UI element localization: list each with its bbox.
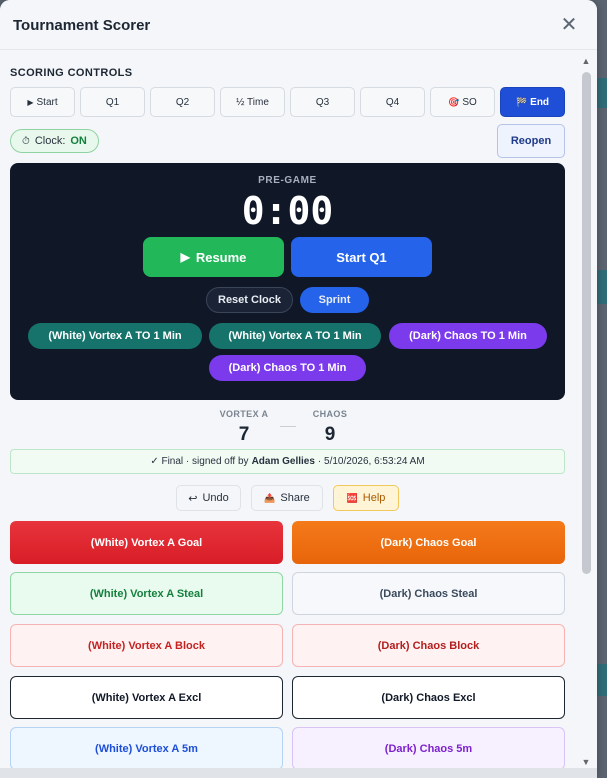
background-strip (597, 270, 607, 304)
white-5m-button[interactable]: (White) Vortex A 5m (10, 727, 283, 770)
share-label: Share (280, 492, 310, 504)
resume-label: Resume (195, 249, 247, 265)
so-label: SO (462, 96, 477, 108)
start-button[interactable]: ▶ Start (10, 87, 75, 117)
clock-state: ON (70, 135, 87, 147)
shootout-button[interactable]: 🎯 SO (430, 87, 495, 117)
undo-label: Undo (202, 492, 229, 504)
stopwatch-icon: ⏱ (22, 135, 30, 147)
dark-steal-button[interactable]: (Dark) Chaos Steal (292, 572, 565, 615)
sprint-button[interactable]: Sprint (300, 287, 369, 313)
dark-block-button[interactable]: (Dark) Chaos Block (292, 624, 565, 667)
away-team-name: CHAOS (312, 409, 348, 419)
final-prefix: ✓ Final · signed off by (150, 456, 249, 467)
modal-header: Tournament Scorer ✕ (0, 0, 597, 50)
clock-display: 0:00 (241, 189, 334, 233)
bottom-edge (0, 768, 597, 778)
end-button[interactable]: 🏁 End (500, 87, 565, 117)
signer-name: Adam Gellies (251, 456, 315, 467)
timeout-white-button[interactable]: (White) Vortex A TO 1 Min (209, 323, 381, 349)
score-divider (280, 426, 296, 427)
share-button[interactable]: 📤 Share (251, 485, 323, 511)
final-signoff-banner: ✓ Final · signed off by Adam Gellies · 5… (10, 449, 565, 474)
checkered-flag-icon: 🏁 (515, 96, 528, 107)
help-button[interactable]: 🆘 Help (333, 485, 399, 511)
tournament-scorer-modal: Tournament Scorer ✕ SCORING CONTROLS ▶ St… (0, 0, 597, 778)
half-time-button[interactable]: ½ Time (220, 87, 285, 117)
undo-button[interactable]: ↩ Undo (176, 485, 241, 511)
background-strip (597, 664, 607, 696)
dark-exclusion-button[interactable]: (Dark) Chaos Excl (292, 676, 565, 719)
scroll-up-icon[interactable]: ▲ (579, 55, 593, 67)
play-icon: ▶ (27, 97, 34, 107)
play-icon: ▶ (180, 250, 190, 264)
q3-button[interactable]: Q3 (290, 87, 355, 117)
scrollbar-thumb[interactable] (582, 72, 591, 574)
clock-toggle[interactable]: ⏱ Clock: ON (10, 129, 99, 153)
start-q1-button[interactable]: Start Q1 (291, 237, 432, 277)
undo-icon: ↩ (188, 492, 198, 505)
dark-5m-button[interactable]: (Dark) Chaos 5m (292, 727, 565, 770)
target-icon: 🎯 (448, 96, 460, 107)
timeout-dark-button[interactable]: (Dark) Chaos TO 1 Min (389, 323, 547, 349)
away-score: 9 (324, 424, 336, 445)
game-phase: PRE-GAME (258, 175, 317, 186)
modal-title: Tournament Scorer (13, 17, 151, 34)
close-icon[interactable]: ✕ (558, 14, 580, 36)
q1-button[interactable]: Q1 (80, 87, 145, 117)
clock-label: Clock: (34, 135, 66, 147)
background-strip (597, 78, 607, 108)
scroll-down-icon[interactable]: ▼ (579, 756, 593, 768)
white-exclusion-button[interactable]: (White) Vortex A Excl (10, 676, 283, 719)
scoring-controls-label: SCORING CONTROLS (10, 67, 133, 79)
help-label: Help (362, 492, 386, 504)
white-steal-button[interactable]: (White) Vortex A Steal (10, 572, 283, 615)
timeout-white-button[interactable]: (White) Vortex A TO 1 Min (28, 323, 202, 349)
end-label: End (530, 96, 550, 108)
white-block-button[interactable]: (White) Vortex A Block (10, 624, 283, 667)
dark-goal-button[interactable]: (Dark) Chaos Goal (292, 521, 565, 564)
q2-button[interactable]: Q2 (150, 87, 215, 117)
q4-button[interactable]: Q4 (360, 87, 425, 117)
reset-clock-button[interactable]: Reset Clock (206, 287, 293, 313)
start-label: Start (36, 96, 58, 108)
resume-button[interactable]: ▶ Resume (143, 237, 284, 277)
home-score: 7 (238, 424, 250, 445)
share-icon: 📤 (264, 492, 276, 503)
signoff-timestamp: · 5/10/2026, 6:53:24 AM (317, 456, 425, 467)
timeout-dark-button[interactable]: (Dark) Chaos TO 1 Min (209, 355, 366, 381)
home-team-name: VORTEX A (219, 409, 269, 419)
reopen-button[interactable]: Reopen (497, 124, 565, 158)
game-clock-panel: PRE-GAME 0:00 ▶ Resume Start Q1 Reset Cl… (10, 163, 565, 400)
sos-icon: 🆘 (346, 492, 358, 503)
white-goal-button[interactable]: (White) Vortex A Goal (10, 521, 283, 564)
